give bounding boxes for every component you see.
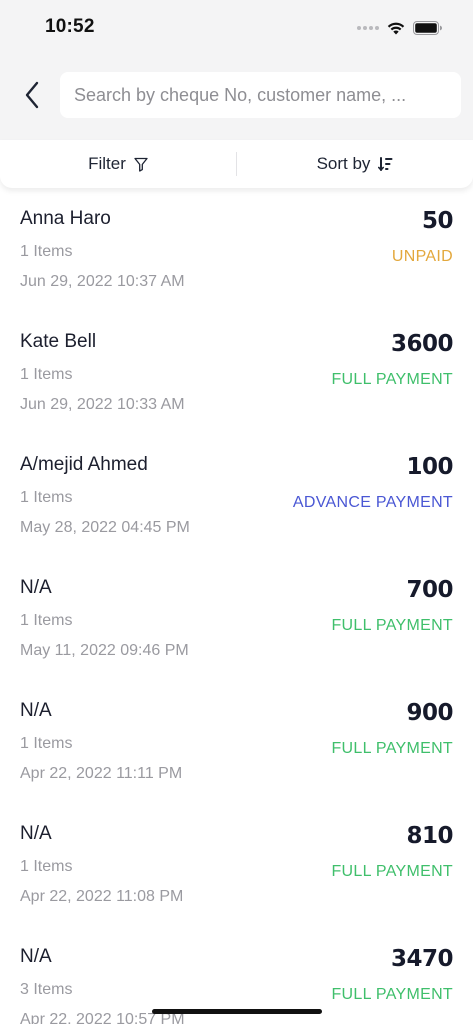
filter-label: Filter: [88, 154, 126, 173]
status-time: 10:52: [45, 16, 95, 37]
transaction-row[interactable]: Anna Haro 1 Items Jun 29, 2022 10:37 AM 50 U…: [0, 188, 473, 311]
amount: 900: [406, 700, 453, 726]
item-count: 1 Items: [20, 489, 73, 506]
search-input[interactable]: [74, 84, 447, 106]
search-box: [60, 72, 461, 118]
amount: 810: [406, 823, 453, 849]
transaction-date: Jun 29, 2022 10:37 AM: [20, 273, 185, 290]
amount: 50: [421, 208, 454, 234]
transaction-date: May 28, 2022 04:45 PM: [20, 519, 190, 536]
chevron-left-icon: [25, 81, 39, 109]
transaction-list: Anna Haro 1 Items Jun 29, 2022 10:37 AM 50 U…: [0, 188, 473, 1024]
status-icons: [357, 18, 443, 38]
customer-name: N/A: [20, 577, 52, 598]
amount: 3600: [390, 331, 454, 357]
home-indicator[interactable]: [152, 1009, 322, 1014]
amount: 3470: [390, 946, 454, 972]
payment-status: FULL PAYMENT: [331, 371, 453, 388]
filter-button[interactable]: Filter: [0, 140, 236, 188]
transaction-date: May 11, 2022 09:46 PM: [20, 642, 189, 659]
transaction-row[interactable]: Kate Bell 1 Items Jun 29, 2022 10:33 AM 360…: [0, 311, 473, 434]
customer-name: N/A: [20, 700, 52, 721]
funnel-icon: [134, 157, 148, 172]
transactions-screen: 10:52 Search by cheque No, customer name…: [0, 0, 473, 1024]
item-count: 1 Items: [20, 735, 73, 752]
signal-icon: [357, 26, 379, 30]
payment-status: ADVANCE PAYMENT: [292, 494, 453, 511]
battery-icon: [413, 21, 442, 35]
sort-label: Sort by: [316, 154, 371, 173]
customer-name: N/A: [20, 823, 52, 844]
search-row: [0, 72, 473, 118]
header: 10:52: [0, 0, 473, 140]
customer-name: A/mejid Ahmed: [20, 454, 148, 475]
payment-status: FULL PAYMENT: [331, 740, 453, 757]
payment-status: FULL PAYMENT: [331, 863, 453, 880]
customer-name: N/A: [20, 946, 52, 967]
transaction-row[interactable]: N/A 1 Items Apr 22, 2022 11:11 PM 900 FULL P…: [0, 680, 473, 803]
item-count: 3 Items: [20, 981, 73, 998]
transaction-row[interactable]: N/A 1 Items May 11, 2022 09:46 PM 700 FULL P…: [0, 557, 473, 680]
transaction-row[interactable]: A/mejid Ahmed 1 Items May 28, 2022 04:45 P…: [0, 434, 473, 557]
payment-status: UNPAID: [391, 248, 453, 265]
wifi-icon: [387, 22, 405, 35]
sort-icon: [378, 157, 393, 171]
transaction-date: Apr 22, 2022 11:11 PM: [20, 765, 183, 782]
amount: 700: [406, 577, 453, 603]
item-count: 1 Items: [20, 858, 73, 875]
item-count: 1 Items: [20, 243, 73, 260]
customer-name: Kate Bell: [20, 331, 97, 352]
filter-sort-bar: Filter Sort by: [0, 140, 473, 188]
back-button[interactable]: [14, 76, 50, 114]
transaction-date: Apr 22, 2022 11:08 PM: [20, 888, 184, 905]
amount: 100: [406, 454, 453, 480]
item-count: 1 Items: [20, 366, 73, 383]
payment-status: FULL PAYMENT: [331, 986, 453, 1003]
status-bar: 10:52: [0, 0, 473, 54]
transaction-date: Jun 29, 2022 10:33 AM: [20, 396, 185, 413]
item-count: 1 Items: [20, 612, 73, 629]
customer-name: Anna Haro: [20, 208, 111, 229]
sort-button[interactable]: Sort by: [237, 140, 473, 188]
transaction-row[interactable]: N/A 1 Items Apr 22, 2022 11:08 PM 810 FULL P…: [0, 803, 473, 926]
payment-status: FULL PAYMENT: [331, 617, 453, 634]
